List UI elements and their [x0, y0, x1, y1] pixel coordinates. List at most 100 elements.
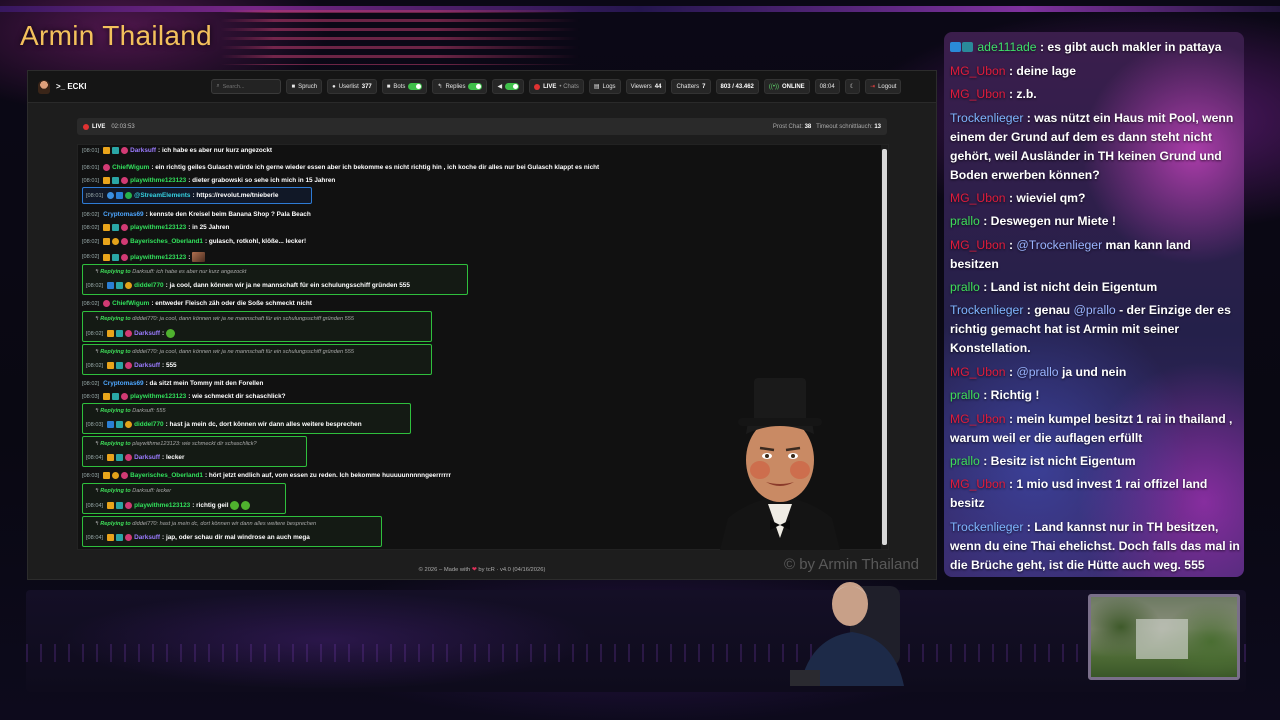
chat-message: [08:02] playwithme123123: — [82, 252, 206, 262]
stream-chat-username: Trockenlieger — [950, 111, 1024, 125]
replies-switch[interactable] — [468, 83, 483, 90]
chat-message: [08:02] playwithme123123: in 25 Jahren — [82, 224, 230, 231]
stream-chat-message: MG_Ubon : deine lage — [950, 64, 1076, 78]
search-icon: ⌕ — [216, 83, 220, 89]
chat-message: [08:04] Darksuff: lecker — [86, 454, 185, 461]
viewers-count: 44 — [654, 83, 662, 90]
replies-toggle[interactable]: ↰ Replies — [432, 79, 488, 94]
overlay-top-stripe — [0, 6, 1280, 12]
logout-label: Logout — [878, 83, 897, 90]
heart-badge-icon — [121, 177, 129, 184]
bots-label: Bots — [393, 83, 406, 90]
stream-chat-username: MG_Ubon — [950, 191, 1006, 205]
chat-username: ChiefWigum — [112, 164, 150, 171]
logout-button[interactable]: ⇥ Logout — [865, 79, 902, 94]
chat-message: [08:02] Darksuff: 555 — [86, 362, 177, 369]
reply-context: ↰ Replying to diddel770: hast ja mein dc… — [94, 521, 317, 527]
overlay-bottom-band — [26, 590, 1246, 692]
footer-prefix: © 2026 – Made with — [418, 567, 471, 573]
stream-chat-username: MG_Ubon — [950, 365, 1006, 379]
stream-chat-username: prallo — [950, 280, 980, 294]
stream-chat-message: prallo : Deswegen nur Miete ! — [950, 214, 1116, 228]
sub-badge-icon — [112, 147, 120, 154]
bot-icon: ■ — [386, 83, 391, 90]
search-box[interactable]: ⌕ — [211, 79, 282, 94]
stream-chat-message: prallo : Land ist nicht dein Eigentum — [950, 280, 1158, 294]
chat-username: playwithme123123 — [134, 502, 191, 509]
stream-chat-message: ade111ade : es gibt auch makler in patta… — [950, 38, 1240, 57]
garden-webcam — [1088, 594, 1240, 680]
chat-message: [08:01] playwithme123123: dieter grabowsk… — [82, 177, 336, 184]
timeout-label: Timeout schnittlauch: — [816, 123, 873, 130]
clock-value: 08:04 — [819, 83, 835, 90]
sound-toggle[interactable]: ◀ — [492, 79, 525, 94]
clock: 08:04 — [814, 79, 840, 94]
host-portrait-image — [720, 378, 840, 550]
brand[interactable]: >_ ECKI — [38, 79, 87, 94]
sound-switch[interactable] — [505, 83, 520, 90]
chat-username: @StreamElements — [134, 192, 191, 199]
document-icon: ▤ — [593, 84, 600, 90]
user-icon: ● — [332, 83, 336, 90]
chats-label: • Chats — [559, 83, 579, 90]
search-input[interactable] — [222, 83, 275, 90]
logs-label: Logs — [602, 83, 616, 90]
userlist-button[interactable]: ● Userlist 377 — [327, 79, 377, 94]
stream-chat-username: prallo — [950, 454, 980, 468]
spruch-button[interactable]: ■ Spruch — [286, 79, 323, 94]
reply-context: ↰ Replying to Darksuff: ich habe es aber… — [94, 269, 247, 275]
bots-switch[interactable] — [408, 83, 423, 90]
live-indicator: LIVE 02:03:53 — [83, 123, 135, 130]
brand-name: >_ ECKI — [56, 82, 87, 91]
streamer-webcam — [790, 582, 904, 686]
live-dot-icon — [534, 83, 541, 90]
live-timer: 02:03:53 — [111, 123, 135, 130]
stream-chat-username: MG_Ubon — [950, 238, 1006, 252]
logs-button[interactable]: ▤ Logs — [588, 79, 621, 94]
chat-message: [08:01] ChiefWigum: ein richtig geiles Gu… — [82, 164, 600, 171]
stream-chat-message: MG_Ubon : z.b. — [950, 87, 1037, 101]
chat-username: Cryptomas69 — [103, 211, 144, 218]
viewers-label: Viewers — [630, 83, 652, 90]
ratio-value: 803 / 43.462 — [720, 83, 754, 90]
stream-chat-message: Trockenlieger : Land kannst nur in TH be… — [950, 520, 1240, 572]
app-toolbar: >_ ECKI ⌕ ■Spruch ●Userlist377 ■Bots ↰Re… — [28, 71, 936, 103]
chat-username: playwithme123123 — [130, 224, 187, 231]
crown-badge-icon — [103, 147, 111, 154]
chatters-stat: Chatters 7 — [671, 79, 711, 94]
chatters-count: 7 — [702, 83, 706, 90]
reply-context: ↰ Replying to playwithme123123: wie schm… — [94, 441, 257, 447]
sub-badge-icon — [962, 42, 973, 52]
chat-username: ChiefWigum — [112, 300, 150, 307]
chat-scrollbar[interactable] — [881, 145, 888, 549]
chat-message: [08:01] @StreamElements: https://revolut.… — [86, 192, 279, 199]
chat-username: Cryptomas69 — [103, 380, 144, 387]
stream-chat-message: MG_Ubon : wieviel qm? — [950, 191, 1086, 205]
chat-message: [08:02] diddel770: ja cool, dann können w… — [86, 282, 410, 289]
chat-username: diddel770 — [134, 421, 164, 428]
moon-icon: ☾ — [849, 84, 856, 90]
live-chats-button[interactable]: LIVE • Chats — [529, 79, 584, 94]
prost-label: Prost Chat: — [772, 123, 803, 130]
live-label: LIVE — [543, 83, 557, 90]
stream-chat-overlay: ade111ade : es gibt auch makler in patta… — [944, 32, 1244, 577]
chat-message: [08:02] Cryptomas69: kennste den Kreisel … — [82, 211, 311, 218]
userlist-label: Userlist — [338, 83, 359, 90]
chat-message: [08:02] ChiefWigum: entweder Fleisch zäh … — [82, 300, 312, 307]
message-icon: ■ — [291, 83, 296, 90]
stream-chat-username: ade111ade — [977, 40, 1037, 54]
chat-username: Darksuff — [130, 147, 157, 154]
theme-toggle-button[interactable]: ☾ — [844, 79, 861, 94]
scrollbar-thumb[interactable] — [882, 149, 887, 545]
stream-chat-message: MG_Ubon : @Trockenlieger man kann land b… — [950, 238, 1191, 271]
stream-chat-message: prallo : Richtig ! — [950, 388, 1040, 402]
signal-icon: ((•)) — [768, 83, 779, 90]
bots-toggle[interactable]: ■ Bots — [381, 79, 428, 94]
chat-message: [08:04] Darksuff: jap, oder schau dir mal… — [86, 534, 310, 541]
spruch-label: Spruch — [298, 83, 318, 90]
emote-icon — [241, 501, 251, 510]
mod-badge-icon — [116, 192, 124, 199]
stream-chat-username: Trockenlieger — [950, 303, 1024, 317]
brand-avatar-icon — [38, 79, 50, 94]
reply-context: ↰ Replying to Darksuff: 555 — [94, 408, 166, 414]
